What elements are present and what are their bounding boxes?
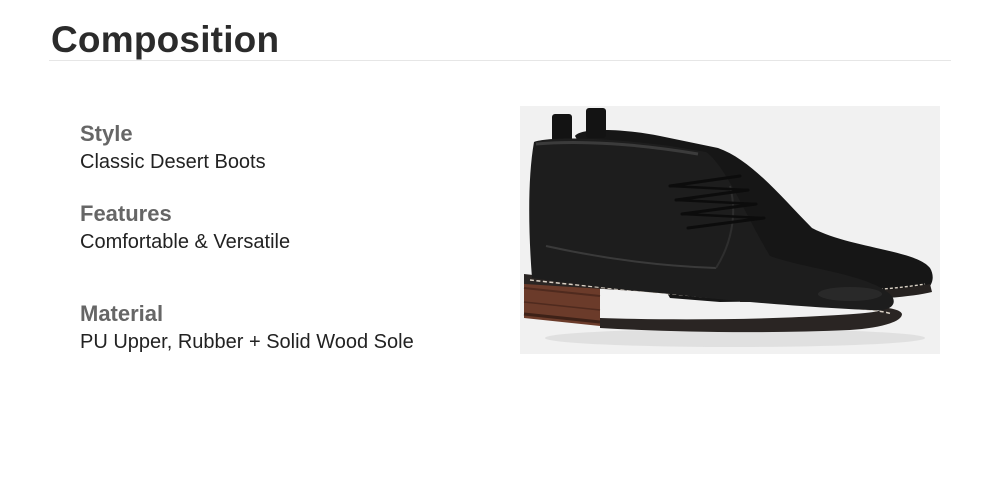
pull-tab-front <box>552 114 572 142</box>
style-label: Style <box>80 121 133 146</box>
title-divider <box>49 60 951 61</box>
boots-illustration <box>520 106 940 354</box>
pull-tab-back <box>586 108 606 138</box>
material-value: PU Upper, Rubber + Solid Wood Sole <box>80 331 414 353</box>
style-value: Classic Desert Boots <box>80 151 266 173</box>
product-image <box>520 106 940 354</box>
page-title: Composition <box>51 19 280 60</box>
features-label: Features <box>80 201 172 226</box>
features-value: Comfortable & Versatile <box>80 231 291 253</box>
material-label: Material <box>80 301 164 326</box>
